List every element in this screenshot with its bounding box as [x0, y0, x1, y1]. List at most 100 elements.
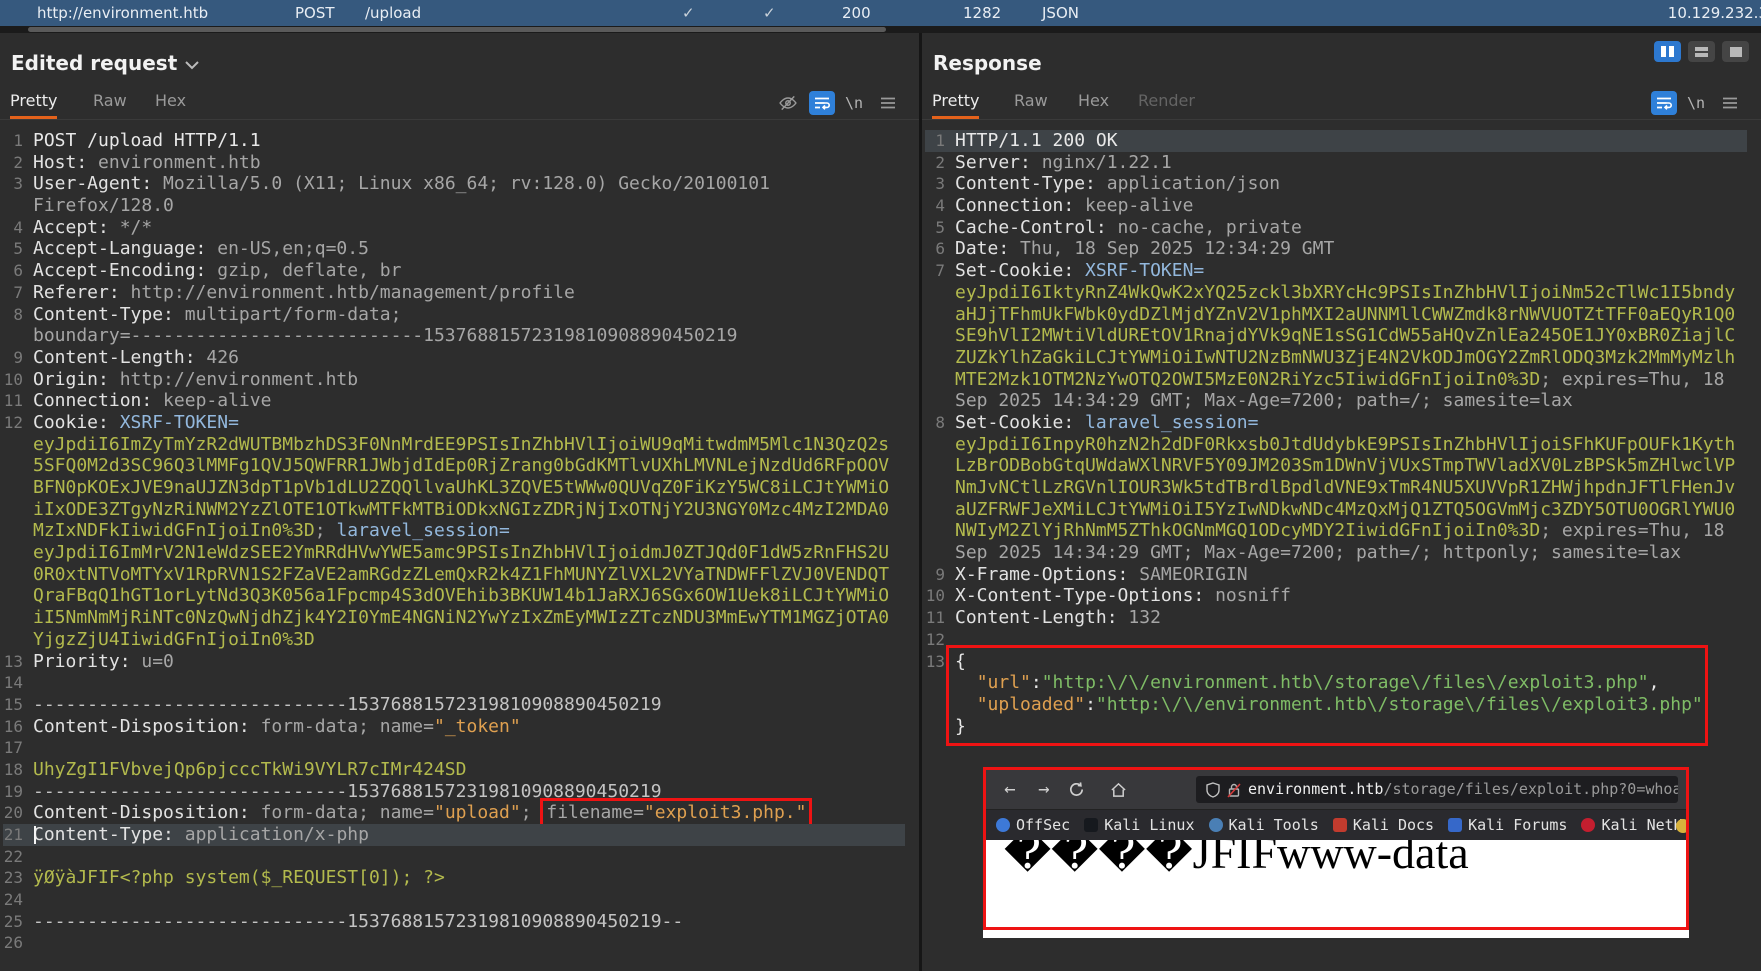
code-token: aHJjTFhmUkFWbk0ydDZlMjdYZnV2V1phMXI2aUNN…: [955, 304, 1735, 325]
line-number: 9: [3, 347, 23, 369]
summary-length: 1282: [963, 0, 1001, 26]
code-token: form-data; name=: [250, 802, 434, 823]
code-token: SAMEORIGIN: [1128, 564, 1247, 585]
chevron-down-icon[interactable]: [185, 61, 199, 70]
code-line: SE9hVlI2MWtiVldUREtOV1RnajdYVk9qNE1sSG1C…: [925, 325, 1747, 347]
code-line: 21Content-Type: application/x-php: [3, 824, 905, 846]
word-wrap-toggle[interactable]: [1651, 91, 1677, 115]
request-summary-bar[interactable]: http://environment.htb POST /upload ✓ ✓ …: [0, 0, 1761, 26]
code-token: eyJpdiI6IktyRnZ4WkQwK2xYQ25zckl3bXRYcHc9…: [955, 282, 1735, 303]
code-token: NWIyM2ZlYjRhNmM5ZThkOGNmMGQ1ODcyMDY2Iiwi…: [955, 520, 1540, 541]
code-token: eyJpdiI6ImZyTmYzR2dWUTBMbzhDS3F0NnMrdEE9…: [33, 434, 889, 455]
layout-columns-button[interactable]: [1654, 41, 1681, 62]
code-line: NmJvNCtlLzRGVnlIOUR3Wk5tdTBrdlBpdldVNE9x…: [925, 477, 1747, 499]
line-number: 9: [925, 564, 945, 586]
line-number: 1: [925, 130, 945, 152]
code-token: eyJpdiI6InpyR0hzN2h2dDF0Rkxsb0JtdUdybkE9…: [955, 434, 1735, 455]
code-token: "http:\/\/environment.htb\/storage\/file…: [1042, 672, 1649, 693]
summary-url: http://environment.htb: [37, 0, 208, 26]
tab-response-raw[interactable]: Raw: [1014, 89, 1048, 116]
code-token: [955, 694, 977, 715]
tab-request-hex[interactable]: Hex: [155, 89, 186, 116]
summary-status: 200: [842, 0, 871, 26]
code-token: Accept-Encoding:: [33, 260, 206, 281]
bookmark-label: Kali Linux: [1104, 815, 1194, 837]
code-line: MzIxNDFkIiwidGFnIjoiIn0%3D; laravel_sess…: [3, 520, 905, 542]
tab-response-hex[interactable]: Hex: [1078, 89, 1109, 116]
code-line: 8Set-Cookie: laravel_session=: [925, 412, 1747, 434]
code-line: 7Set-Cookie: XSRF-TOKEN=: [925, 260, 1747, 282]
response-check-icon: ✓: [763, 0, 776, 26]
code-token: gzip, deflate, br: [206, 260, 401, 281]
show-newlines-toggle[interactable]: \n: [1683, 91, 1709, 115]
show-newlines-toggle[interactable]: \n: [841, 91, 867, 115]
text-cursor: [34, 826, 36, 844]
code-token: laravel_session=: [1074, 412, 1258, 433]
code-token: Content-Type:: [33, 304, 174, 325]
code-token: BFN0pKOExJVE9naUJZN3dpT1pVb1dLU2ZQQllvaU…: [33, 477, 889, 498]
editor-menu-icon[interactable]: [1717, 91, 1743, 115]
request-title[interactable]: Edited request: [11, 51, 199, 75]
word-wrap-toggle[interactable]: [809, 91, 835, 115]
code-token: boundary=---------------------------1537…: [33, 325, 737, 346]
reload-icon: [1068, 781, 1088, 798]
line-number: 1: [3, 130, 23, 152]
code-token: */*: [109, 217, 152, 238]
url-host: environment.htb: [1248, 780, 1383, 798]
response-panel: Response Pretty Raw Hex Render \n: [922, 33, 1761, 971]
code-token: -----------------------------15376881572…: [33, 911, 683, 932]
code-line: eyJpdiI6ImZyTmYzR2dWUTBMbzhDS3F0NnMrdEE9…: [3, 434, 905, 456]
code-token: ZUZkYlhZaGkiLCJtYWMiOiIwNTU2NzBmNWU3ZjE4…: [955, 347, 1735, 368]
code-token: "url": [977, 672, 1031, 693]
tab-response-pretty[interactable]: Pretty: [932, 89, 979, 119]
code-line: }: [925, 716, 1747, 738]
code-token: Content-Type:: [955, 173, 1096, 194]
code-token: User-Agent:: [33, 173, 152, 194]
repeater-main: Edited request Pretty Raw Hex \n: [0, 33, 1761, 971]
bookmark-kali-nethunter: Kali NetHunter: [1581, 815, 1686, 837]
code-line: eyJpdiI6InpyR0hzN2h2dDF0Rkxsb0JtdUdybkE9…: [925, 434, 1747, 456]
line-number: 10: [925, 585, 945, 607]
code-line: Sep 2025 14:34:29 GMT; Max-Age=7200; pat…: [925, 390, 1747, 412]
code-token: en-US,en;q=0.5: [206, 238, 369, 259]
code-token: YjgzZjU4IiwidGFnIjoiIn0%3D: [33, 629, 315, 650]
line-number: 13: [925, 651, 945, 673]
code-line: 9X-Frame-Options: SAMEORIGIN: [925, 564, 1747, 586]
line-number: 11: [3, 390, 23, 412]
code-token: Content-Length:: [955, 607, 1118, 628]
code-line: 11Content-Length: 132: [925, 607, 1747, 629]
code-token: -----------------------------15376881572…: [33, 694, 662, 715]
line-number: 14: [3, 672, 23, 694]
code-token: 426: [196, 347, 239, 368]
line-number: 18: [3, 759, 23, 781]
code-token: Referer:: [33, 282, 120, 303]
code-token: LzBrODBobGtqUWdaWXlNRVF5Y09JM203Sm1DWnVj…: [955, 455, 1735, 476]
code-line: aUZFRWFJeXMiLCJtYWMiOiI5YzIwNDkwNDc4MzQx…: [925, 499, 1747, 521]
line-number: 19: [3, 781, 23, 803]
request-title-label: Edited request: [11, 51, 177, 75]
response-panel-header: Response Pretty Raw Hex Render \n: [922, 33, 1761, 119]
code-line: 26: [3, 932, 905, 954]
editor-menu-icon[interactable]: [875, 91, 901, 115]
tab-request-pretty[interactable]: Pretty: [10, 89, 57, 119]
code-token: nosniff: [1204, 585, 1291, 606]
line-number: 17: [3, 737, 23, 759]
tab-response-render[interactable]: Render: [1138, 89, 1195, 116]
bookmark-icon: [1209, 818, 1223, 832]
response-editor[interactable]: ← →: [922, 119, 1761, 971]
response-title-label: Response: [933, 51, 1042, 75]
bookmark-label: Kali NetHunter: [1601, 815, 1686, 837]
tab-request-raw[interactable]: Raw: [93, 89, 127, 116]
horizontal-scrollbar[interactable]: [0, 26, 1761, 33]
scrollbar-thumb[interactable]: [28, 27, 886, 32]
code-token: MzIxNDFkIiwidGFnIjoiIn0%3D: [33, 520, 315, 541]
code-token: Content-Disposition:: [33, 802, 250, 823]
hide-response-eye-icon[interactable]: [775, 91, 801, 115]
layout-rows-button[interactable]: [1688, 41, 1715, 62]
code-line: 16Content-Disposition: form-data; name="…: [3, 716, 905, 738]
code-line: 5Accept-Language: en-US,en;q=0.5: [3, 238, 905, 260]
layout-single-button[interactable]: [1722, 41, 1749, 62]
bookmark-offsec: OffSec: [996, 815, 1070, 837]
request-editor[interactable]: 1POST /upload HTTP/1.12Host: environment…: [0, 119, 919, 971]
line-number: 4: [925, 195, 945, 217]
